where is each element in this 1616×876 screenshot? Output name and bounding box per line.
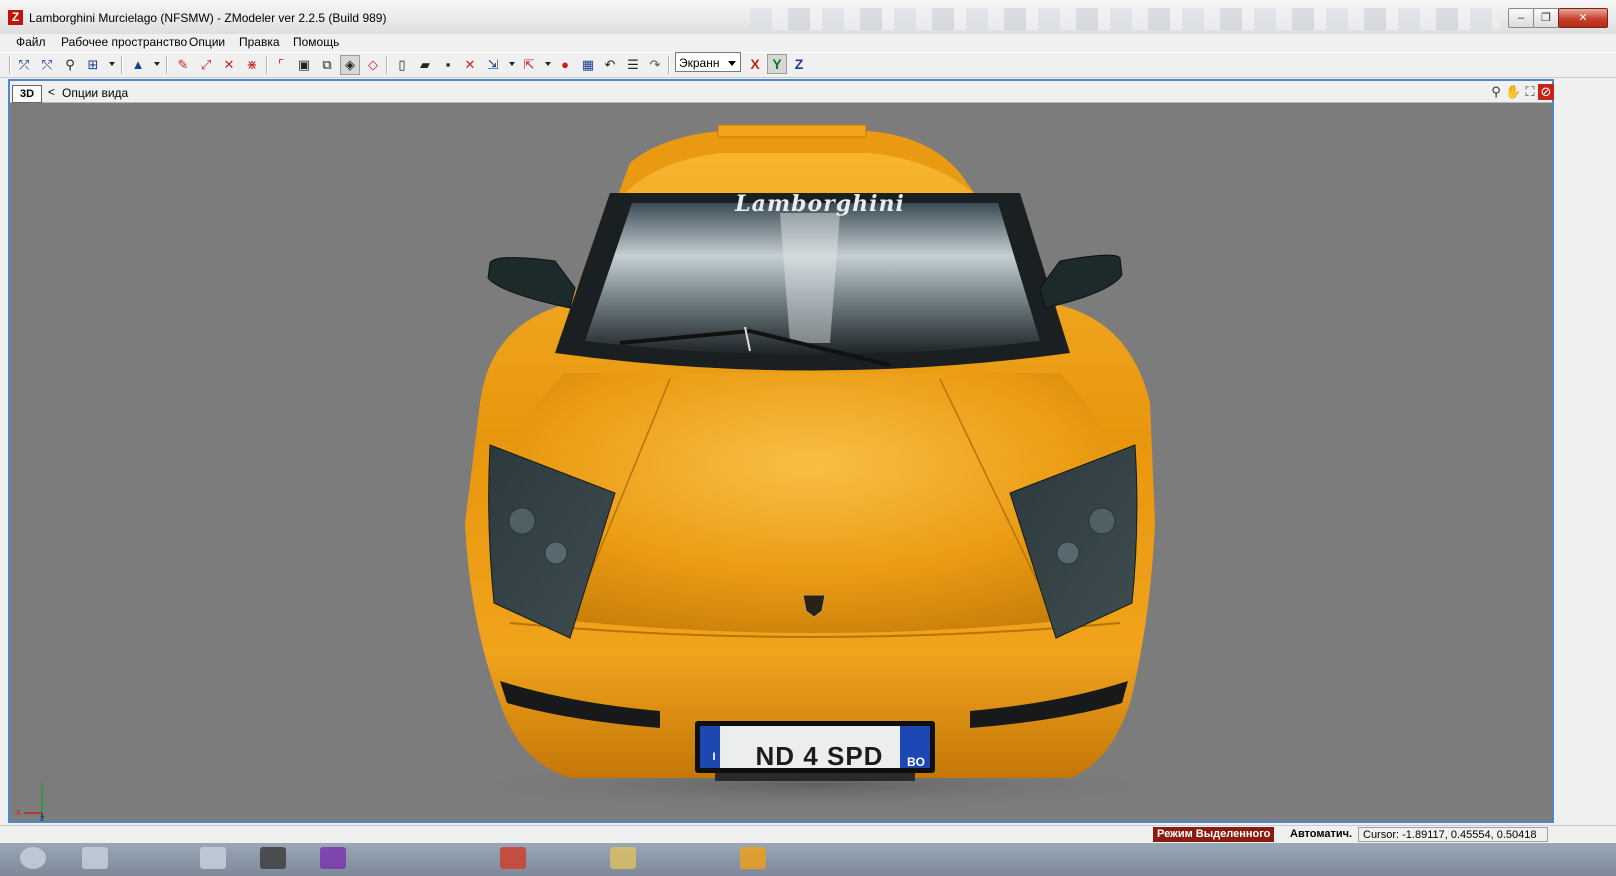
axis-z-label: z <box>40 813 45 823</box>
export-icon[interactable]: ⇱ <box>520 56 538 74</box>
open-folder-icon[interactable]: ▰ <box>416 56 434 74</box>
toolbar-separator <box>121 56 123 74</box>
taskbar-app-icon[interactable] <box>500 847 526 869</box>
save-icon[interactable]: ▪ <box>439 56 457 74</box>
chevron-down-icon <box>728 61 736 66</box>
box-icon[interactable]: ▣ <box>295 56 313 74</box>
axis-gizmo: y x z <box>16 779 56 823</box>
zmodeler-app-icon: Z <box>8 10 23 25</box>
textured-box-icon[interactable]: ◇ <box>364 56 382 74</box>
menu-edit[interactable]: Правка <box>239 35 280 49</box>
license-plate-number: ND 4 SPD <box>755 741 884 771</box>
selection-mode-badge[interactable]: Режим Выделенного <box>1153 827 1275 842</box>
main-toolbar: ⤱ ⤲ ⚲ ⊞ ▲ ✎ ⤢ ✕ ⋇ ⌜ ▣ ⧉ ◈ ◇ ▯ ▰ ▪ ✕ ⇲ ⇱ … <box>0 52 1616 78</box>
axis-y-label: y <box>40 779 45 789</box>
solid-box-icon[interactable]: ◈ <box>340 55 360 75</box>
chevron-down-icon[interactable] <box>545 62 551 66</box>
axis-z-toggle[interactable]: Z <box>790 55 808 73</box>
redo-icon[interactable]: ↷ <box>646 56 664 74</box>
select-group-icon[interactable]: ⊞ <box>84 56 102 74</box>
os-taskbar <box>0 843 1616 876</box>
scale-axis-icon[interactable]: ⋇ <box>243 56 261 74</box>
chevron-down-icon[interactable] <box>109 62 115 66</box>
import-icon[interactable]: ⇲ <box>484 56 502 74</box>
axis-gizmo-lines <box>24 789 43 819</box>
pan-hand-icon[interactable]: ✋ <box>1505 84 1521 100</box>
auto-mode-label[interactable]: Автоматич. <box>1290 828 1352 840</box>
axis-x-label: x <box>16 807 21 817</box>
select-person-icon[interactable]: ⚲ <box>61 56 79 74</box>
chevron-down-icon[interactable] <box>509 62 515 66</box>
taskbar-app-icon[interactable] <box>610 847 636 869</box>
taskbar-app-icon[interactable] <box>320 847 346 869</box>
plate-country-code: I <box>712 751 716 763</box>
viewport-mode-tag[interactable]: 3D <box>12 85 42 103</box>
rotate-axis-icon[interactable]: ✕ <box>220 56 238 74</box>
select-vertex-icon[interactable]: ⤱ <box>15 56 33 74</box>
select-edge-icon[interactable]: ⤲ <box>38 56 56 74</box>
menu-bar: Файл Рабочее пространство Опции Правка П… <box>0 34 1616 50</box>
toolbar-separator <box>668 56 670 74</box>
viewport-header: 3D < Опции вида ⚲ ✋ ⛶ ⊘ <box>10 81 1554 103</box>
window-title: Lamborghini Murcielago (NFSMW) - ZModele… <box>29 11 387 25</box>
toolbar-separator <box>266 56 268 74</box>
toolbar-separator <box>166 56 168 74</box>
zoom-icon[interactable]: ⚲ <box>1488 84 1504 100</box>
maximize-button[interactable]: ❐ <box>1533 8 1559 28</box>
menu-file[interactable]: Файл <box>16 35 46 49</box>
taskbar-app-icon[interactable] <box>82 847 108 869</box>
close-button[interactable]: ✕ <box>1558 8 1608 28</box>
minimize-button[interactable]: – <box>1508 8 1534 28</box>
new-file-icon[interactable]: ▯ <box>393 56 411 74</box>
viewport-3d[interactable]: 3D < Опции вида ⚲ ✋ ⛶ ⊘ Lamborghini I ND… <box>8 79 1554 823</box>
render-icon[interactable]: ▦ <box>579 56 597 74</box>
paint-icon[interactable]: ✎ <box>174 56 192 74</box>
start-orb-icon[interactable] <box>20 847 46 869</box>
notes-icon[interactable]: ☰ <box>624 56 642 74</box>
toolbar-separator <box>386 56 388 74</box>
toolbar-separator <box>9 56 11 74</box>
undo-icon[interactable]: ↶ <box>601 56 619 74</box>
windshield-brand-lettering: Lamborghini <box>735 191 905 217</box>
vertex-mode-icon[interactable]: ⌜ <box>272 56 290 74</box>
title-bar: Z Lamborghini Murcielago (NFSMW) - ZMode… <box>0 0 1616 35</box>
pyramid-icon[interactable]: ▲ <box>129 56 147 74</box>
menu-options[interactable]: Опции <box>189 35 225 49</box>
fit-view-icon[interactable]: ⛶ <box>1522 84 1538 100</box>
close-view-icon[interactable]: ⊘ <box>1538 84 1554 100</box>
delete-icon[interactable]: ✕ <box>461 56 479 74</box>
axis-x-toggle[interactable]: X <box>746 55 764 73</box>
view-mode-dropdown[interactable]: Экранн <box>675 52 741 72</box>
viewport-scene[interactable]: Lamborghini I ND 4 SPD BO y x z <box>10 103 1552 823</box>
record-icon[interactable]: ● <box>556 56 574 74</box>
plate-province-code: BO <box>907 755 925 769</box>
taskbar-app-icon[interactable] <box>260 847 286 869</box>
view-mode-value: Экранн <box>679 56 720 70</box>
status-bar: Режим Выделенного Автоматич. Cursor: -1.… <box>0 825 1616 844</box>
collapse-chevron-icon[interactable]: < <box>48 85 55 99</box>
title-bar-background-tiles <box>750 8 1500 30</box>
axis-y-toggle[interactable]: Y <box>767 54 787 74</box>
taskbar-app-icon[interactable] <box>740 847 766 869</box>
view-options-label[interactable]: Опции вида <box>62 86 128 100</box>
menu-help[interactable]: Помощь <box>293 35 339 49</box>
chevron-down-icon[interactable] <box>154 62 160 66</box>
cursor-coordinates: Cursor: -1.89117, 0.45554, 0.50418 <box>1358 827 1548 842</box>
menu-workspace[interactable]: Рабочее пространство <box>61 35 187 49</box>
move-axis-icon[interactable]: ⤢ <box>197 56 215 74</box>
taskbar-app-icon[interactable] <box>200 847 226 869</box>
wire-box-icon[interactable]: ⧉ <box>318 56 336 74</box>
